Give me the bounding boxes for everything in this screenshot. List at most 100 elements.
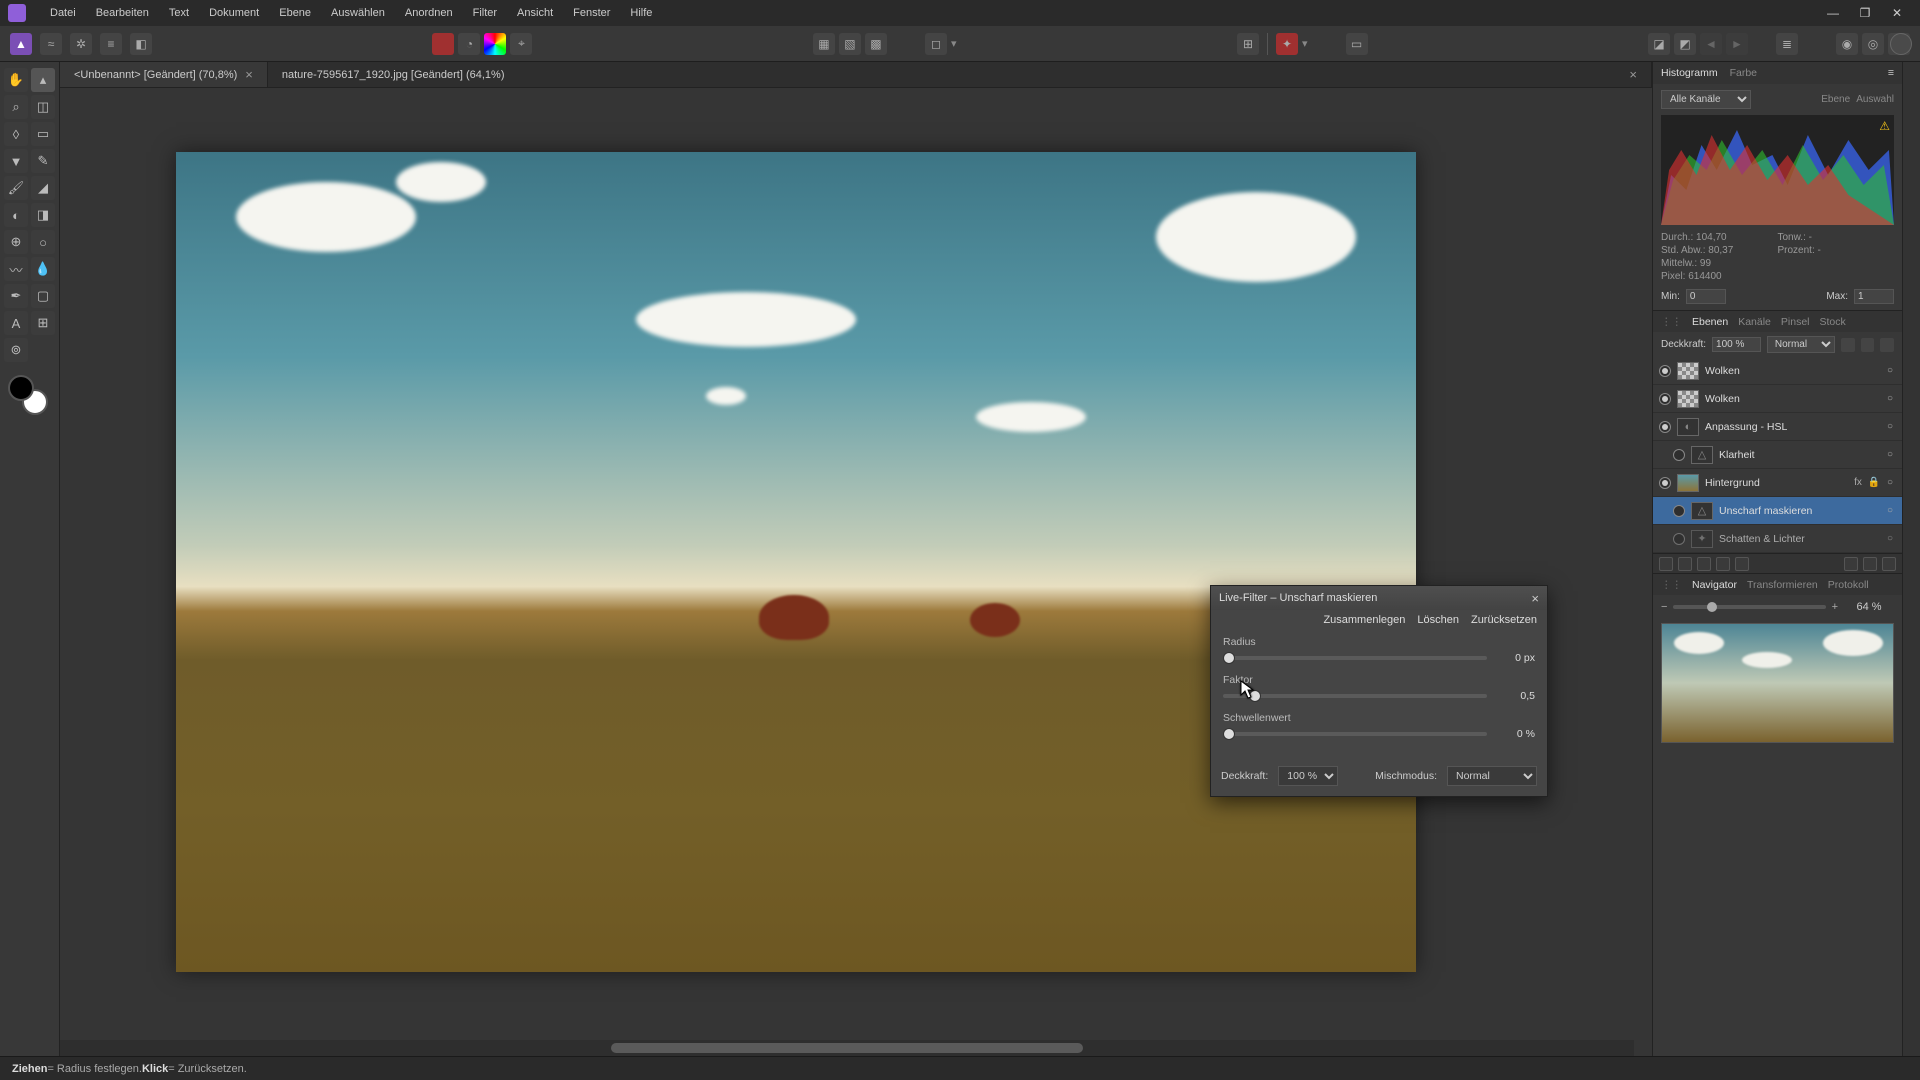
layer-row[interactable]: Hintergrundfx🔒○ (1653, 469, 1902, 497)
tb-align-icon[interactable]: ≣ (1776, 33, 1798, 55)
slider-track[interactable] (1223, 694, 1487, 698)
menu-datei[interactable]: Datei (40, 3, 86, 23)
tool-dodge-icon[interactable]: ○ (31, 230, 55, 254)
tool-paint-icon[interactable]: 🖌 (4, 176, 28, 200)
tb-picker-icon[interactable]: ⌖ (510, 33, 532, 55)
window-minimize-icon[interactable]: — (1818, 3, 1848, 23)
tb-autolevel-icon[interactable]: ✦ (1276, 33, 1298, 55)
min-input[interactable] (1686, 289, 1726, 304)
tool-clone-icon[interactable]: ⊕ (4, 230, 28, 254)
dlg-opacity-select[interactable]: 100 % (1278, 766, 1338, 786)
visibility-toggle-icon[interactable] (1659, 393, 1671, 405)
blend-mode-select[interactable]: Normal (1767, 336, 1835, 353)
hist-layer-button[interactable]: Ebene (1821, 94, 1850, 105)
tab-kanaele[interactable]: Kanäle (1738, 316, 1771, 328)
menu-text[interactable]: Text (159, 3, 199, 23)
layer-dot-icon[interactable]: ○ (1884, 449, 1896, 461)
tb-quickmask-icon[interactable]: ◻ (925, 33, 947, 55)
tool-gradient-icon[interactable]: ◐ (4, 203, 28, 227)
tab-ebenen[interactable]: Ebenen (1692, 316, 1728, 328)
tab-doc-1[interactable]: nature-7595617_1920.jpg [Geändert] (64,1… (268, 62, 1652, 87)
visibility-toggle-icon[interactable] (1659, 365, 1671, 377)
slider-value[interactable]: 0 % (1495, 728, 1535, 740)
menu-dokument[interactable]: Dokument (199, 3, 269, 23)
layer-dot-icon[interactable]: ○ (1884, 505, 1896, 517)
zoom-in-icon[interactable]: + (1832, 601, 1838, 613)
tool-flood-icon[interactable]: ▼ (4, 149, 28, 173)
tool-smudge-icon[interactable]: 〰 (4, 257, 28, 281)
tb-arrange-front-icon[interactable]: ◩ (1674, 33, 1696, 55)
tb-assistant-icon[interactable]: ▭ (1346, 33, 1368, 55)
tab-navigator[interactable]: Navigator (1692, 579, 1737, 591)
close-icon[interactable]: × (1629, 67, 1637, 82)
layer-row[interactable]: ◐Anpassung - HSL○ (1653, 413, 1902, 441)
navigator-preview[interactable] (1661, 623, 1894, 743)
tool-shape-icon[interactable]: ▢ (31, 284, 55, 308)
layers-opt1-icon[interactable] (1841, 338, 1855, 352)
layer-mask-icon[interactable] (1659, 557, 1673, 571)
lock-icon[interactable]: 🔒 (1868, 477, 1880, 489)
zoom-out-icon[interactable]: − (1661, 601, 1667, 613)
max-input[interactable] (1854, 289, 1894, 304)
tb-arrange-next-icon[interactable]: ► (1726, 33, 1748, 55)
close-icon[interactable]: × (245, 67, 253, 82)
layer-fx-icon[interactable] (1697, 557, 1711, 571)
visibility-toggle-icon[interactable] (1673, 505, 1685, 517)
menu-bearbeiten[interactable]: Bearbeiten (86, 3, 159, 23)
tb-arrange-back-icon[interactable]: ◪ (1648, 33, 1670, 55)
tool-hand-icon[interactable]: ✋ (4, 68, 28, 92)
menu-hilfe[interactable]: Hilfe (620, 3, 662, 23)
opacity-field[interactable]: 100 % (1712, 337, 1761, 352)
persona-liquify-icon[interactable]: ≈ (40, 33, 62, 55)
zoom-slider[interactable] (1673, 605, 1825, 609)
tool-select-icon[interactable]: ◊ (4, 122, 28, 146)
persona-photo-icon[interactable]: ▲ (10, 33, 32, 55)
layer-dot-icon[interactable]: ○ (1884, 365, 1896, 377)
right-collapsed-panels[interactable] (1902, 62, 1920, 1056)
tb-colorwheel-icon[interactable] (484, 33, 506, 55)
action-merge[interactable]: Zusammenlegen (1323, 614, 1405, 626)
menu-fenster[interactable]: Fenster (563, 3, 620, 23)
scrollbar-thumb[interactable] (611, 1043, 1083, 1053)
slider-knob[interactable] (1249, 690, 1261, 702)
layer-row[interactable]: ✦Schatten & Lichter○ (1653, 525, 1902, 553)
action-reset[interactable]: Zurücksetzen (1471, 614, 1537, 626)
tool-text-icon[interactable]: A (4, 311, 28, 335)
channel-select[interactable]: Alle Kanäle (1661, 90, 1751, 109)
slider-track[interactable] (1223, 732, 1487, 736)
tool-mesh-icon[interactable]: ⊞ (31, 311, 55, 335)
menu-anordnen[interactable]: Anordnen (395, 3, 463, 23)
tool-brushsel-icon[interactable]: ✎ (31, 149, 55, 173)
layers-opt2-icon[interactable] (1861, 338, 1875, 352)
layer-add-icon[interactable] (1863, 557, 1877, 571)
tb-sel-new-icon[interactable]: ▦ (813, 33, 835, 55)
tab-doc-0[interactable]: <Unbenannt> [Geändert] (70,8%) × (60, 62, 268, 87)
tool-view-icon[interactable]: ⌕ (4, 95, 28, 119)
tb-sel-invert-icon[interactable]: ▩ (865, 33, 887, 55)
menu-filter[interactable]: Filter (463, 3, 507, 23)
tool-blur-icon[interactable]: 💧 (31, 257, 55, 281)
slider-value[interactable]: 0,5 (1495, 690, 1535, 702)
tool-erase-icon[interactable]: ◨ (31, 203, 55, 227)
chevron-down-icon[interactable]: ▾ (1302, 37, 1308, 50)
tb-mask-icon[interactable]: ◔ (458, 33, 480, 55)
hist-selection-button[interactable]: Auswahl (1856, 94, 1894, 105)
layer-crop-icon[interactable] (1716, 557, 1730, 571)
persona-tone-icon[interactable]: ≡ (100, 33, 122, 55)
color-swatches[interactable] (8, 375, 48, 415)
tool-move-icon[interactable]: ▴ (31, 68, 55, 92)
tb-arrange-prev-icon[interactable]: ◄ (1700, 33, 1722, 55)
layer-row[interactable]: Wolken○ (1653, 357, 1902, 385)
tab-stock[interactable]: Stock (1820, 316, 1846, 328)
tab-histogram[interactable]: Histogramm (1661, 67, 1718, 79)
panel-menu-icon[interactable]: ≡ (1888, 67, 1894, 79)
layer-group-icon[interactable] (1844, 557, 1858, 571)
menu-ansicht[interactable]: Ansicht (507, 3, 563, 23)
tool-crop-icon[interactable]: ◫ (31, 95, 55, 119)
persona-export-icon[interactable]: ◧ (130, 33, 152, 55)
tab-protokoll[interactable]: Protokoll (1828, 579, 1869, 591)
account-icon[interactable] (1890, 33, 1912, 55)
action-delete[interactable]: Löschen (1417, 614, 1459, 626)
layer-row[interactable]: △Klarheit○ (1653, 441, 1902, 469)
horizontal-scrollbar[interactable] (60, 1040, 1634, 1056)
